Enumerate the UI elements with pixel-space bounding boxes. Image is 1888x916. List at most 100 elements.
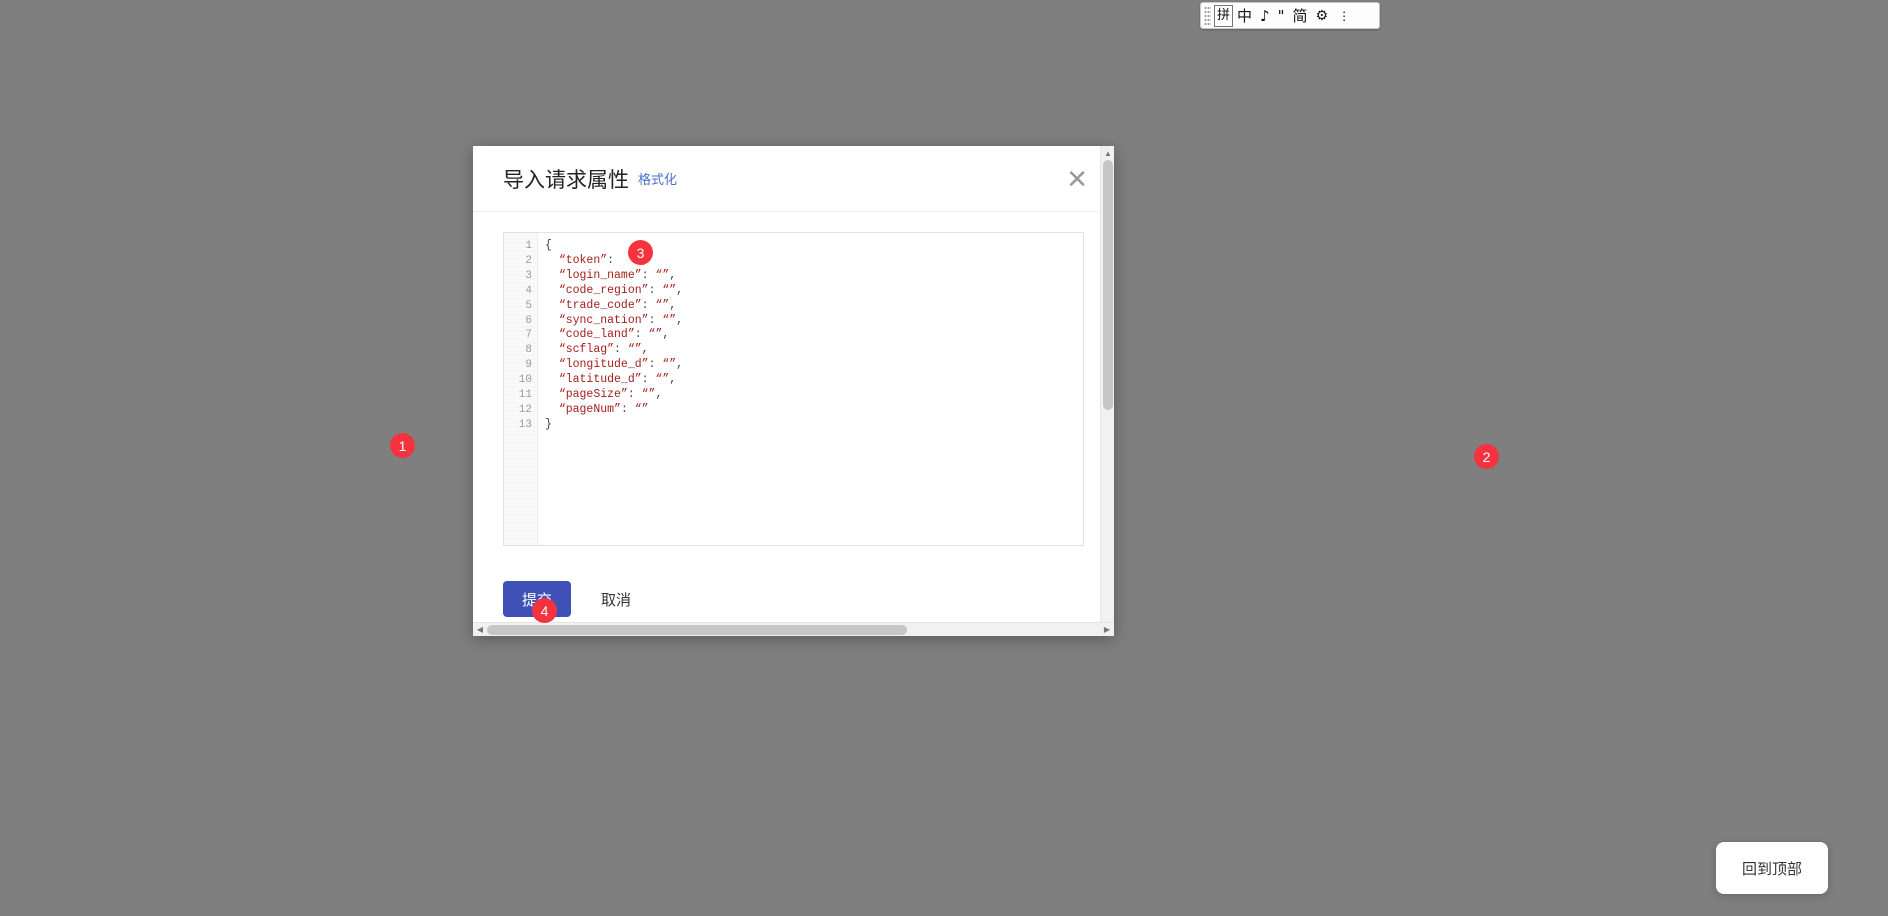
line-number: 1 — [504, 239, 537, 254]
response-template-header: 响应模板 — [276, 702, 883, 723]
simplified-mode-icon[interactable]: 简 — [1289, 6, 1312, 26]
link-icon[interactable] — [346, 703, 361, 722]
api-item-path: gdSoil/soilList — [33, 300, 243, 316]
import-request-properties-dialog: 导入请求属性 格式化 ✕ 12345678910111213 { “token”… — [473, 146, 1114, 636]
code-line: “pageSize”: “”, — [545, 388, 1083, 403]
code-line: { — [545, 239, 1083, 254]
close-icon[interactable]: ✕ — [1066, 166, 1088, 192]
response-template-editor[interactable]: {} — [276, 731, 883, 783]
tab-example-module[interactable]: 示例模块 — [20, 43, 118, 86]
column-required: 必填 — [968, 637, 1208, 679]
list-item-example-api[interactable]: 示例接口 /example/1590917043747 — [17, 205, 255, 267]
horizontal-scroll-thumb[interactable] — [487, 625, 907, 635]
field-type: 类型 POST ▼ — [276, 261, 338, 313]
request-import-button[interactable]: 导入 — [1766, 475, 1811, 503]
module-tabbar: 示例模块 登录 首页 地图&地块列表 新建模块 — [0, 42, 1888, 87]
dialog-horizontal-scrollbar[interactable]: ◀ ▶ — [473, 622, 1114, 636]
edit-pencil-icon[interactable] — [228, 279, 243, 299]
request-new-button[interactable]: 新建 — [1720, 475, 1766, 503]
response-preview-button[interactable]: 预览 — [1811, 588, 1856, 616]
scroll-left-icon[interactable]: ◀ — [473, 625, 487, 634]
code-line: “pageNum”: “” — [545, 403, 1083, 418]
request-params-buttons: 新建 导入 预览 — [1720, 475, 1856, 503]
response-content-buttons: 新建 导入 预览 — [1720, 588, 1856, 616]
module-action-group: 修改模块 移动/复制 删除模块 — [16, 158, 256, 190]
new-api-button[interactable]: 新建接口 — [16, 110, 256, 144]
response-panels: 响应模板 {} 模板 — [276, 702, 1866, 810]
ime-toolbar[interactable]: 拼 中 ♪ " 简 ⚙ ⋮ — [1200, 2, 1380, 29]
line-number: 2 — [504, 254, 537, 269]
request-preview-button[interactable]: 预览 — [1811, 475, 1856, 503]
dialog-header: 导入请求属性 格式化 ✕ — [473, 146, 1114, 212]
dialog-vertical-scrollbar[interactable]: ▲ ▼ — [1100, 146, 1114, 636]
field-status: 状态码 200 ▼ — [378, 261, 426, 313]
json-code-editor[interactable]: 12345678910111213 { “token”: “”, “login_… — [503, 232, 1084, 546]
field-type-label: 类型 — [276, 261, 338, 280]
save-button-label: 保存 — [1689, 110, 1719, 131]
response-import-button[interactable]: 导入 — [1766, 588, 1811, 616]
api-item-actions — [202, 279, 243, 299]
api-item-path: /example/1590917043747 — [31, 238, 243, 254]
response-data-editor[interactable]: {} — [919, 731, 1866, 783]
add-row-icon[interactable]: + — [276, 524, 368, 566]
refresh-icon[interactable] — [1014, 703, 1029, 722]
response-data-header: 响应数据 — [919, 702, 1866, 723]
response-template-panel: 响应模板 {} 模板 — [276, 702, 883, 810]
save-button[interactable]: 保存 — [1674, 102, 1762, 138]
format-link[interactable]: 格式化 — [638, 169, 677, 188]
link-icon[interactable] — [989, 703, 1004, 722]
code-content[interactable]: { “token”: “”, “login_name”: “”, “code_r… — [538, 233, 1083, 545]
column-initial-value: 初始值 — [1208, 637, 1498, 679]
column-description: 简介 — [1498, 524, 1856, 566]
lock-icon[interactable] — [202, 279, 216, 299]
delete-module-button[interactable]: 删除模块 — [176, 158, 256, 190]
request-params-title: 请求参数 — [276, 480, 352, 507]
ime-drag-handle[interactable] — [1204, 6, 1211, 25]
field-name-label: 名称 — [276, 100, 1176, 119]
dialog-title: 导入请求属性 — [503, 164, 629, 194]
tab-new-module[interactable]: 新建模块 — [399, 42, 519, 86]
scroll-right-icon[interactable]: ▶ — [1100, 625, 1114, 634]
line-number: 12 — [504, 403, 537, 418]
line-number: 11 — [504, 388, 537, 403]
punctuation-mode-icon[interactable]: " — [1274, 6, 1289, 26]
tab-login[interactable]: 登录 — [120, 43, 186, 86]
more-icon[interactable]: ⋮ — [1334, 6, 1353, 26]
field-status-label: 状态码 — [378, 261, 426, 280]
scroll-up-icon[interactable]: ▲ — [1101, 146, 1115, 160]
move-copy-module-button[interactable]: 移动/复制 — [97, 158, 177, 190]
line-number: 4 — [504, 284, 537, 299]
response-new-button[interactable]: 新建 — [1720, 588, 1766, 616]
status-code-select[interactable]: 200 ▼ — [378, 287, 426, 313]
response-data-panel: 响应数据 {} — [919, 702, 1866, 810]
tab-map-and-parcel-list[interactable]: 地图&地块列表 — [256, 44, 397, 87]
step-badge-1: 1 — [390, 433, 415, 458]
sound-mode-icon[interactable]: ♪ — [1256, 6, 1274, 26]
api-list: 示例接口 /example/1590917043747 地块列表 gdSoil/… — [16, 204, 256, 329]
response-content-title: 响应内容 — [276, 593, 352, 620]
http-method-select[interactable]: POST ▼ — [276, 287, 338, 313]
code-line: “trade_code”: “”, — [545, 299, 1083, 314]
tab-new-module-label: 新建模块 — [438, 53, 502, 75]
pinyin-mode-icon[interactable]: 拼 — [1214, 5, 1233, 27]
cancel-button[interactable]: 取消 ✕ — [1784, 102, 1872, 138]
gear-icon[interactable]: ⚙ — [1312, 6, 1333, 26]
sidebar: 新建接口 修改模块 移动/复制 删除模块 示例接口 /example/15909… — [16, 110, 256, 329]
chinese-mode-icon[interactable]: 中 — [1233, 6, 1256, 26]
column-description: 简介 — [1498, 637, 1856, 679]
column-name: 名称 — [368, 637, 668, 679]
dialog-cancel-button[interactable]: 取消 — [601, 589, 631, 610]
step-badge-3: 3 — [628, 240, 653, 265]
cancel-button-label: 取消 — [1798, 110, 1828, 131]
tab-headers[interactable]: headers — [276, 420, 364, 453]
response-data-label: 响应数据 — [919, 702, 979, 723]
back-to-top-button[interactable]: 回到顶部 — [1716, 842, 1828, 894]
edit-module-button[interactable]: 修改模块 — [16, 158, 97, 190]
line-number: 6 — [504, 314, 537, 329]
tab-home[interactable]: 首页 — [188, 43, 254, 86]
add-row-icon[interactable]: + — [276, 637, 368, 679]
step-badge-4: 4 — [532, 598, 557, 623]
vertical-scroll-thumb[interactable] — [1103, 160, 1113, 410]
line-number: 8 — [504, 343, 537, 358]
list-item-parcel-list[interactable]: 地块列表 gdSoil/soilList — [17, 267, 255, 328]
